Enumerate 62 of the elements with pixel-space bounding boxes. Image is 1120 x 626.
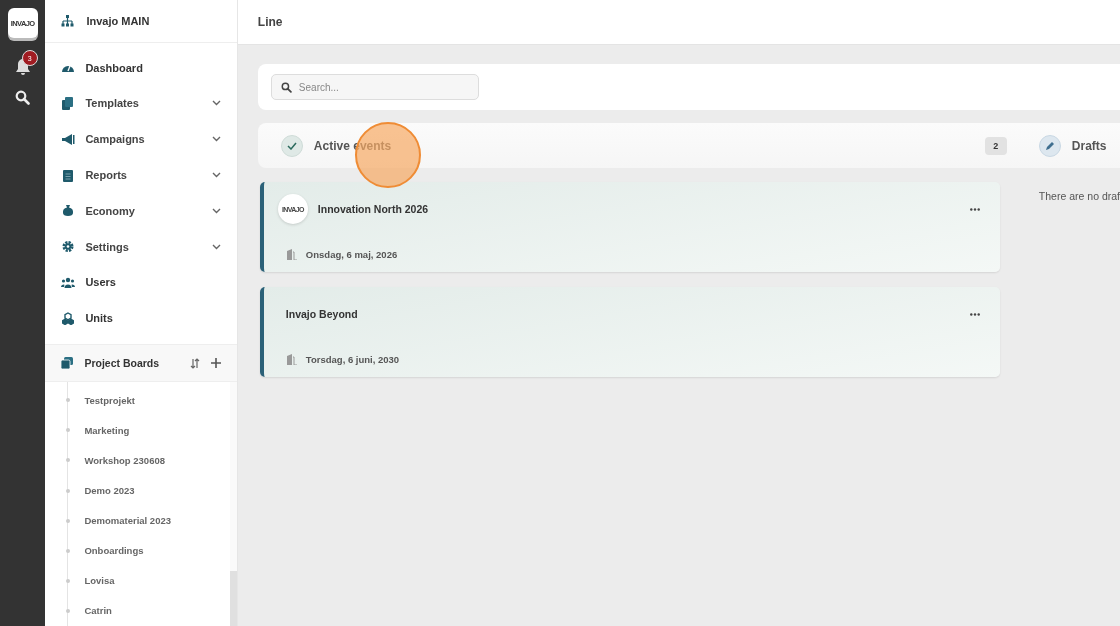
count-badge: 2 <box>984 136 1007 155</box>
empty-message: There are no draf <box>1038 190 1120 202</box>
bullet-icon <box>66 548 71 553</box>
board-item[interactable]: Onboardings <box>84 545 144 557</box>
venue-icon <box>285 248 298 260</box>
more-icon[interactable] <box>969 312 980 316</box>
chevron-icon <box>211 243 221 250</box>
bullet-icon <box>66 428 71 433</box>
section-title: Drafts <box>1071 138 1108 153</box>
board-item[interactable]: Testprojekt <box>84 394 135 406</box>
event-date: Onsdag, 6 maj, 2026 <box>305 248 398 260</box>
chevron-icon <box>211 136 221 143</box>
board-item[interactable]: Demomaterial 2023 <box>84 515 171 527</box>
event-title: Innovation North 2026 <box>317 203 430 216</box>
chevron-icon <box>211 100 221 107</box>
nav-item[interactable]: Users <box>45 264 237 301</box>
bullet-icon <box>66 458 71 463</box>
documents-icon <box>61 96 76 110</box>
scrollbar-thumb[interactable] <box>229 571 237 626</box>
chevron-icon <box>211 172 221 179</box>
organization-name: Invajo MAIN <box>86 14 150 27</box>
nav-item[interactable]: Settings <box>45 228 237 265</box>
bullet-icon <box>66 518 71 523</box>
event-card[interactable]: Invajo Beyond Torsdag, 6 juni, 2030 <box>259 287 1000 377</box>
clipboard-icon <box>61 168 76 182</box>
users-icon <box>61 275 76 289</box>
bullet-icon <box>66 608 71 613</box>
bullet-icon <box>66 398 71 403</box>
nav-item[interactable]: Units <box>45 300 237 337</box>
event-date: Torsdag, 6 juni, 2030 <box>305 353 400 365</box>
more-icon[interactable] <box>969 207 980 211</box>
check-icon <box>280 134 303 157</box>
bullet-icon <box>66 488 71 493</box>
search-icon <box>280 81 292 93</box>
nav-item[interactable]: Economy <box>45 192 237 229</box>
pencil-icon <box>1038 134 1061 157</box>
search-icon[interactable] <box>15 90 31 105</box>
cubes-icon <box>61 311 76 325</box>
bullet-icon <box>66 578 71 583</box>
add-icon[interactable] <box>210 358 221 369</box>
board-item[interactable]: Lovisa <box>84 575 115 587</box>
scrollbar[interactable] <box>229 382 237 626</box>
boards-icon <box>61 357 74 370</box>
nav-item[interactable]: Dashboard <box>45 49 237 86</box>
event-title: Invajo Beyond <box>285 308 359 321</box>
venue-icon <box>285 353 298 365</box>
page-title: Line <box>257 15 283 29</box>
board-item[interactable]: Catrin <box>84 605 112 617</box>
board-item[interactable]: Marketing <box>84 424 130 436</box>
search-field[interactable]: Search... <box>270 74 479 100</box>
moneybag-icon <box>61 204 76 218</box>
board-item[interactable]: Demo 2023 <box>84 485 135 497</box>
nav-item[interactable]: Campaigns <box>45 121 237 158</box>
chevron-icon <box>211 207 221 214</box>
megaphone-icon <box>61 132 76 146</box>
sitemap-icon <box>61 14 75 27</box>
board-item[interactable]: Workshop 230608 <box>84 455 165 466</box>
settings-icon <box>61 240 76 254</box>
sort-icon[interactable] <box>189 357 200 369</box>
nav-item[interactable]: Templates <box>45 85 237 122</box>
section-title: Project Boards <box>84 357 161 370</box>
nav-item[interactable]: Reports <box>45 157 237 193</box>
